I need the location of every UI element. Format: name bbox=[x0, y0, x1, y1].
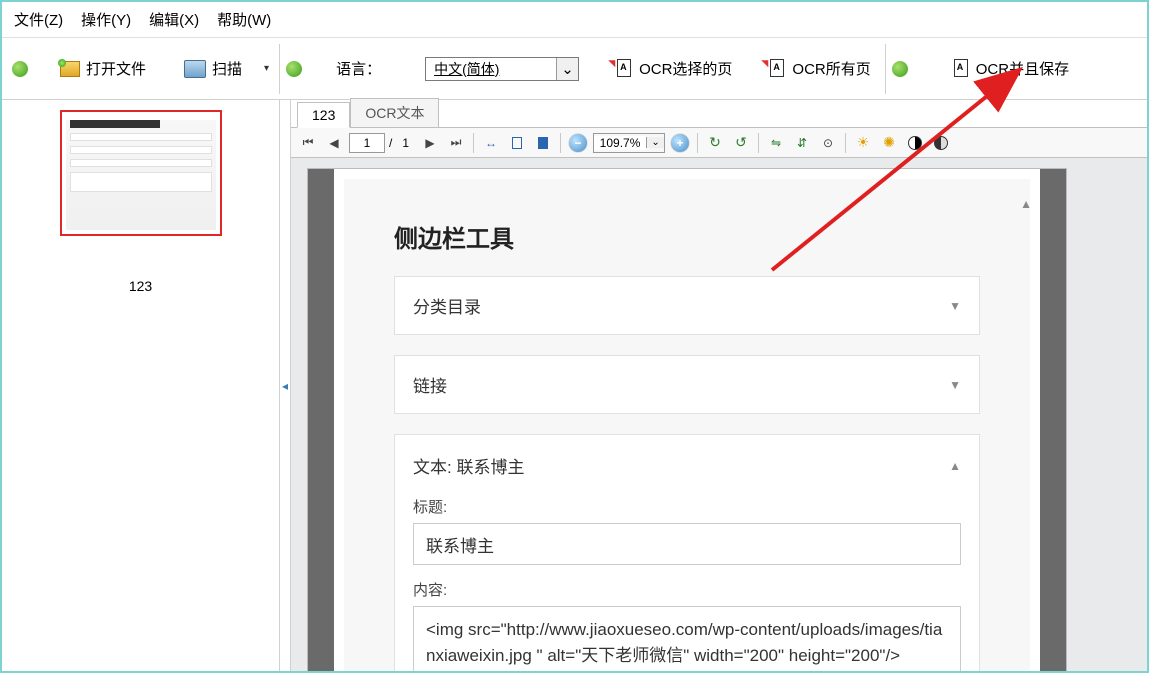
toolbar-separator-2 bbox=[885, 44, 886, 94]
ocr-save-icon bbox=[950, 59, 970, 79]
thumbnail-preview bbox=[66, 120, 216, 230]
step-3-icon bbox=[892, 61, 908, 77]
menu-edit[interactable]: 编辑(X) bbox=[147, 5, 201, 34]
splitter-arrow-icon: ◂ bbox=[282, 379, 288, 393]
open-file-label: 打开文件 bbox=[86, 58, 146, 79]
page-separator: / bbox=[389, 136, 392, 150]
step-1-icon bbox=[12, 61, 28, 77]
menu-help[interactable]: 帮助(W) bbox=[215, 5, 273, 34]
chevron-down-icon: ▼ bbox=[949, 378, 961, 392]
flip-h-button[interactable]: ⇋ bbox=[765, 132, 787, 154]
brightness-down-button[interactable]: ✺ bbox=[878, 132, 900, 154]
language-select[interactable]: 中文(简体) ⌄ bbox=[425, 57, 579, 81]
menubar: 文件(Z) 操作(Y) 编辑(X) 帮助(W) bbox=[2, 2, 1147, 38]
language-dropdown-icon[interactable]: ⌄ bbox=[556, 58, 578, 80]
content-field-textarea[interactable]: <img src="http://www.jiaoxueseo.com/wp-c… bbox=[413, 606, 961, 671]
first-page-button[interactable]: ⏮ bbox=[297, 132, 319, 154]
language-label: 语言： bbox=[336, 58, 381, 79]
chevron-down-icon: ▼ bbox=[949, 299, 961, 313]
next-page-button[interactable]: ▶ bbox=[419, 132, 441, 154]
brightness-up-button[interactable]: ☀ bbox=[852, 132, 874, 154]
main-toolbar: 打开文件 扫描 ▾ 语言： 中文(简体) ⌄ OCR选择的页 bbox=[2, 38, 1147, 100]
fit-page-button[interactable] bbox=[506, 132, 528, 154]
document-viewer: 侧边栏工具 分类目录 ▼ 链接 ▼ 文本: 联 bbox=[291, 158, 1147, 671]
scan-label: 扫描 bbox=[212, 58, 242, 79]
zoom-out-button[interactable]: − bbox=[567, 132, 589, 154]
scan-dropdown-icon[interactable]: ▾ bbox=[260, 63, 273, 74]
collapse-all-icon[interactable]: ▲ bbox=[1020, 197, 1032, 211]
tab-image[interactable]: 123 bbox=[297, 102, 350, 128]
ocr-page-icon bbox=[613, 59, 633, 79]
open-file-button[interactable]: 打开文件 bbox=[52, 54, 154, 83]
menu-file[interactable]: 文件(Z) bbox=[12, 5, 65, 34]
zoom-value[interactable] bbox=[594, 136, 646, 150]
tab-ocr-text[interactable]: OCR文本 bbox=[350, 98, 439, 127]
actual-size-button[interactable] bbox=[532, 132, 554, 154]
thumbnail-selected[interactable] bbox=[60, 110, 222, 236]
text-widget-title: 文本: 联系博主 bbox=[413, 453, 524, 478]
ocr-all-button[interactable]: OCR所有页 bbox=[758, 54, 878, 83]
accordion-links[interactable]: 链接 ▼ bbox=[394, 355, 980, 414]
last-page-button[interactable]: ⏭ bbox=[445, 132, 467, 154]
title-field-label: 标题: bbox=[413, 496, 961, 517]
step1-group bbox=[12, 61, 28, 77]
right-pane: 123 OCR文本 ⏮ ◀ / 1 ▶ ⏭ ↔ − ⌄ bbox=[290, 100, 1147, 671]
zoom-dropdown-icon[interactable]: ⌄ bbox=[646, 137, 664, 148]
sidebar-widgets-heading: 侧边栏工具 bbox=[394, 219, 980, 254]
thumbnail-label: 123 bbox=[129, 278, 152, 294]
main-area: 123 ◂ 123 OCR文本 ⏮ ◀ / 1 ▶ ⏭ ↔ bbox=[2, 100, 1147, 671]
flip-v-button[interactable]: ⇵ bbox=[791, 132, 813, 154]
document-scroll[interactable]: 侧边栏工具 分类目录 ▼ 链接 ▼ 文本: 联 bbox=[291, 158, 1147, 671]
page-number-input[interactable] bbox=[349, 133, 385, 153]
step-2-icon bbox=[286, 61, 302, 77]
ocr-all-label: OCR所有页 bbox=[792, 58, 870, 79]
title-field-input[interactable] bbox=[413, 523, 961, 565]
ocr-all-icon bbox=[766, 59, 786, 79]
grayscale-button[interactable] bbox=[930, 132, 952, 154]
ocr-save-label: OCR并且保存 bbox=[976, 58, 1069, 79]
page-canvas: 侧边栏工具 分类目录 ▼ 链接 ▼ 文本: 联 bbox=[307, 168, 1067, 671]
accordion-links-label: 链接 bbox=[413, 372, 447, 397]
ocr-selected-button[interactable]: OCR选择的页 bbox=[605, 54, 740, 83]
chevron-up-icon: ▲ bbox=[949, 459, 961, 473]
deskew-button[interactable]: ⊙ bbox=[817, 132, 839, 154]
text-widget: 文本: 联系博主 ▲ 标题: 内容: <img src="http://www.… bbox=[394, 434, 980, 671]
thumbnail-pane: 123 bbox=[2, 100, 280, 671]
rotate-left-button[interactable]: ↻ bbox=[704, 132, 726, 154]
zoom-in-button[interactable]: + bbox=[669, 132, 691, 154]
view-toolbar: ⏮ ◀ / 1 ▶ ⏭ ↔ − ⌄ + ↻ ↺ bbox=[291, 128, 1147, 158]
fit-width-button[interactable]: ↔ bbox=[480, 132, 502, 154]
accordion-categories[interactable]: 分类目录 ▼ bbox=[394, 276, 980, 335]
language-value: 中文(简体) bbox=[426, 59, 556, 79]
content-field-label: 内容: bbox=[413, 579, 961, 600]
document-tabs: 123 OCR文本 bbox=[291, 100, 1147, 128]
app-window: 文件(Z) 操作(Y) 编辑(X) 帮助(W) 打开文件 扫描 ▾ bbox=[0, 0, 1149, 673]
ocr-save-button[interactable]: OCR并且保存 bbox=[942, 54, 1077, 83]
accordion-categories-label: 分类目录 bbox=[413, 293, 481, 318]
scan-icon bbox=[184, 60, 206, 78]
prev-page-button[interactable]: ◀ bbox=[323, 132, 345, 154]
text-widget-header[interactable]: 文本: 联系博主 ▲ bbox=[413, 453, 961, 478]
pane-splitter[interactable]: ◂ bbox=[280, 100, 290, 671]
rotate-right-button[interactable]: ↺ bbox=[730, 132, 752, 154]
scan-button[interactable]: 扫描 bbox=[176, 54, 250, 83]
open-file-icon bbox=[60, 61, 80, 77]
toolbar-separator bbox=[279, 44, 280, 94]
ocr-selected-label: OCR选择的页 bbox=[639, 58, 732, 79]
page-total: 1 bbox=[396, 136, 415, 150]
contrast-button[interactable] bbox=[904, 132, 926, 154]
menu-action[interactable]: 操作(Y) bbox=[79, 5, 133, 34]
zoom-select[interactable]: ⌄ bbox=[593, 133, 665, 153]
